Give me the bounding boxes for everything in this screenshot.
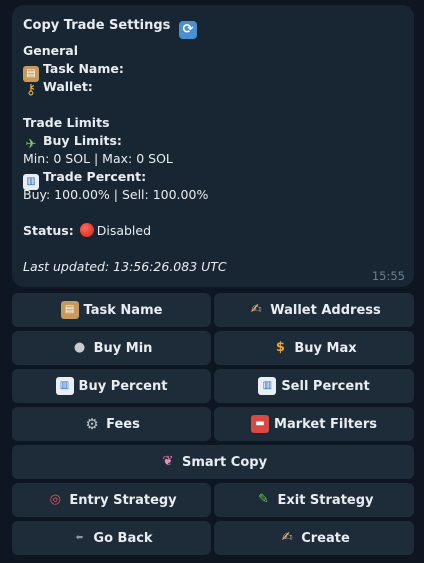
writing-hand-icon: ✍ [250, 302, 262, 317]
buy-percent-button[interactable]: ▥ Buy Percent [12, 369, 211, 403]
target-icon: ◎ [49, 492, 61, 507]
bar-chart-icon: ▥ [55, 377, 74, 395]
red-circle-icon [79, 223, 94, 237]
entry-strategy-button-label: Entry Strategy [69, 492, 177, 508]
market-filters-button-label: Market Filters [274, 416, 377, 432]
coin-icon: ● [73, 340, 86, 355]
status-label: Status: [23, 223, 74, 238]
general-heading: General [23, 43, 78, 58]
sell-percent-button-label: Sell Percent [281, 378, 370, 394]
key-icon: ⚷ [25, 82, 37, 98]
go-back-button[interactable]: ⬅ Go Back [12, 521, 211, 555]
brain-icon: ❦ [162, 454, 174, 469]
money-bag-icon: $ [275, 340, 285, 355]
wallet-row: ⚷ Wallet: [23, 78, 403, 98]
trade-percent-label: Trade Percent: [43, 169, 147, 184]
message-title: Copy Trade Settings ⟳ [23, 15, 403, 42]
go-back-button-label: Go Back [93, 530, 153, 546]
gear-icon: ⚙ [85, 415, 99, 433]
message-bubble: Copy Trade Settings ⟳ General ▤ Task Name… [12, 5, 414, 287]
message-title-text: Copy Trade Settings [23, 18, 171, 33]
trade-limits-heading: Trade Limits [23, 115, 110, 130]
wallet-address-button-label: Wallet Address [270, 302, 381, 318]
trade-percent-value: Buy: 100.00% | Sell: 100.00% [23, 187, 209, 202]
bar-chart-icon: ▥ [258, 377, 277, 395]
pencil-icon: ✎ [258, 492, 269, 507]
message-time: 15:55 [371, 269, 405, 283]
create-button-label: Create [301, 530, 350, 546]
sell-percent-button[interactable]: ▥ Sell Percent [214, 369, 414, 403]
task-name-label: Task Name: [43, 61, 124, 76]
buy-percent-button-label: Buy Percent [78, 378, 168, 394]
status-row: Status: Disabled [23, 222, 403, 240]
buy-min-button-label: Buy Min [93, 340, 153, 356]
toolbox-icon: ▬ [251, 415, 270, 433]
buy-max-button-label: Buy Max [294, 340, 357, 356]
fees-button-label: Fees [106, 416, 140, 432]
status-value: Disabled [96, 223, 152, 238]
wallet-label: Wallet: [43, 79, 93, 94]
back-arrow-icon: ⬅ [75, 533, 84, 543]
buy-max-button[interactable]: $ Buy Max [214, 331, 414, 365]
refresh-icon: ⟳ [178, 21, 197, 39]
task-name-row: ▤ Task Name: [23, 60, 403, 82]
smart-copy-button[interactable]: ❦ Smart Copy [12, 445, 414, 479]
task-name-button-label: Task Name [83, 302, 163, 318]
task-name-button[interactable]: ▤ Task Name [12, 293, 211, 327]
buy-limits-label: Buy Limits: [43, 133, 122, 148]
buy-limits-row: ✈ Buy Limits: [23, 132, 403, 152]
buy-limits-value: Min: 0 SOL | Max: 0 SOL [23, 151, 173, 166]
market-filters-button[interactable]: ▬ Market Filters [214, 407, 414, 441]
last-updated: Last updated: 13:56:26.083 UTC [23, 259, 227, 274]
wallet-address-button[interactable]: ✍ Wallet Address [214, 293, 414, 327]
trade-percent-row: ▥ Trade Percent: [23, 168, 403, 190]
writing-hand-icon: ✍ [281, 530, 293, 545]
buy-min-button[interactable]: ● Buy Min [12, 331, 211, 365]
clipboard-icon: ▤ [60, 301, 79, 319]
fees-button[interactable]: ⚙ Fees [12, 407, 211, 441]
entry-strategy-button[interactable]: ◎ Entry Strategy [12, 483, 211, 517]
create-button[interactable]: ✍ Create [214, 521, 414, 555]
exit-strategy-button[interactable]: ✎ Exit Strategy [214, 483, 414, 517]
exit-strategy-button-label: Exit Strategy [277, 492, 374, 508]
smart-copy-button-label: Smart Copy [181, 454, 268, 470]
